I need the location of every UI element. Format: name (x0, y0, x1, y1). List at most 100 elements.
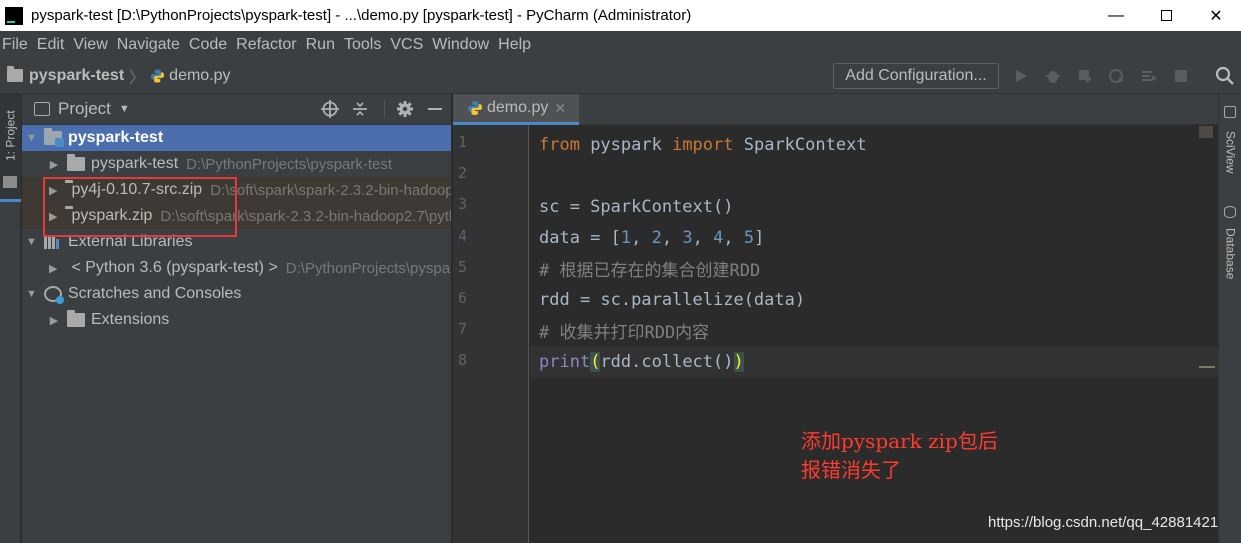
code-token: 1 (620, 227, 632, 248)
tree-item-path: D:\soft\spark\spark-2.3.2-bin-hadoop2.7\… (210, 181, 451, 199)
tree-item-label: Scratches and Consoles (68, 285, 242, 302)
title-bar: pyspark-test [D:\PythonProjects\pyspark-… (0, 0, 1241, 31)
code-token: , (692, 227, 714, 248)
python-file-icon (151, 68, 165, 83)
minimize-button[interactable]: — (1091, 0, 1141, 31)
editor-tab-bar: demo.py ✕ (453, 94, 1218, 125)
project-panel-header: Project ▼ (22, 94, 451, 125)
code-token: from (539, 134, 580, 155)
close-button[interactable]: ✕ (1191, 0, 1241, 31)
breadcrumb-file[interactable]: demo.py (169, 67, 230, 85)
chevron-down-icon[interactable]: ▼ (26, 236, 37, 248)
menu-code[interactable]: Code (187, 36, 234, 54)
line-number: 4 (457, 227, 467, 245)
sciview-tab[interactable]: SciView (1219, 122, 1241, 182)
close-icon[interactable]: ✕ (554, 100, 566, 117)
annotation-text: 添加pyspark zip包后 报错消失了 (801, 427, 998, 485)
tree-item-scratches[interactable]: ▼ Scratches and Consoles (22, 281, 451, 307)
breadcrumb-project[interactable]: pyspark-test (29, 67, 124, 85)
run-icon[interactable] (1010, 65, 1032, 87)
tab-demo-py[interactable]: demo.py ✕ (453, 94, 579, 125)
chevron-down-icon[interactable]: ▼ (119, 103, 130, 115)
code-token: 2 (651, 227, 662, 248)
tab-label: demo.py (487, 99, 549, 116)
breadcrumb-separator: 〉 (129, 69, 146, 87)
coverage-icon[interactable] (1074, 65, 1096, 87)
code-line: rdd = sc.parallelize(data) (539, 289, 806, 310)
code-token: , (661, 227, 683, 248)
tree-item-label: Extensions (91, 311, 170, 328)
sciview-icon[interactable] (1224, 106, 1236, 118)
project-panel: Project ▼ ▼ pyspark-test ▶ pyspark-test … (22, 94, 452, 543)
menu-help[interactable]: Help (496, 36, 538, 54)
add-configuration-button[interactable]: Add Configuration... (833, 63, 999, 89)
menu-tools[interactable]: Tools (342, 36, 388, 54)
code-token: import (672, 134, 734, 155)
code-line: data = [1, 2, 3, 4, 5] (530, 222, 1218, 253)
code-line: from pyspark import SparkContext (530, 129, 1218, 160)
menu-window[interactable]: Window (430, 36, 496, 54)
line-number: 7 (457, 320, 467, 338)
concurrency-icon[interactable] (1138, 65, 1160, 87)
scratches-icon (44, 286, 64, 304)
chevron-down-icon[interactable]: ▼ (26, 288, 37, 300)
hide-panel-icon[interactable] (425, 99, 445, 119)
search-icon[interactable] (1214, 65, 1236, 87)
chevron-down-icon[interactable]: ▼ (26, 132, 37, 144)
tree-item-project-folder[interactable]: ▶ pyspark-test D:\PythonProjects\pyspark… (22, 151, 451, 177)
project-view-icon (34, 102, 50, 116)
menu-run[interactable]: Run (304, 36, 342, 54)
tree-item-extensions[interactable]: ▶ Extensions (22, 307, 451, 333)
project-panel-title[interactable]: Project (58, 99, 111, 119)
menu-edit[interactable]: Edit (35, 36, 72, 54)
line-number: 5 (457, 258, 467, 276)
annotation-line: 报错消失了 (801, 458, 901, 482)
code-comment: # 收集并打印RDD内容 (539, 323, 710, 343)
line-number: 3 (457, 195, 467, 213)
project-tool-tab[interactable]: 1: Project (0, 94, 21, 202)
tree-item-python-sdk[interactable]: ▶ < Python 3.6 (pyspark-test) > D:\Pytho… (22, 255, 451, 281)
menu-navigate[interactable]: Navigate (115, 36, 187, 54)
tree-item-path: D:\PythonProjects\pyspark-test (186, 155, 393, 173)
code-token: ] (754, 227, 765, 248)
tree-item-project-root[interactable]: ▼ pyspark-test (22, 125, 451, 151)
menu-refactor[interactable]: Refactor (234, 36, 303, 54)
code-token: ) (733, 351, 744, 372)
line-number: 2 (457, 164, 467, 182)
tree-item-path: D:\PythonProjects\pyspark-test\venv (285, 259, 451, 277)
database-icon[interactable] (1224, 206, 1236, 218)
menu-view[interactable]: View (71, 36, 114, 54)
chevron-right-icon[interactable]: ▶ (49, 314, 59, 327)
code-token: 5 (743, 227, 755, 248)
debug-icon[interactable] (1042, 65, 1064, 87)
right-tool-strip: SciView Database (1218, 94, 1241, 543)
libraries-icon (44, 235, 62, 249)
highlight-box (43, 177, 237, 237)
left-tool-strip: 1: Project (0, 94, 21, 543)
locate-icon[interactable] (320, 99, 340, 119)
code-token: pyspark (579, 134, 673, 155)
menu-file[interactable]: File (0, 36, 35, 54)
code-token: , (631, 227, 652, 248)
code-token: print (539, 351, 591, 372)
chevron-right-icon[interactable]: ▶ (49, 262, 57, 275)
toolbar-divider (384, 100, 385, 118)
tree-item-label: < Python 3.6 (pyspark-test) > (71, 259, 278, 276)
stop-icon[interactable] (1170, 65, 1192, 87)
gear-icon[interactable] (395, 99, 415, 119)
code-line: sc = SparkContext() (539, 196, 734, 217)
scrollbar-caret-marker (1199, 366, 1215, 368)
scrollbar-marker[interactable] (1199, 126, 1213, 138)
code-token: 4 (713, 227, 724, 248)
project-folder-icon (44, 128, 64, 147)
chevron-right-icon[interactable]: ▶ (49, 158, 59, 171)
database-tab[interactable]: Database (1219, 222, 1241, 286)
folder-icon (3, 176, 17, 188)
menu-vcs[interactable]: VCS (388, 36, 430, 54)
folder-icon (7, 66, 23, 82)
code-token: data = [ (539, 227, 621, 248)
profile-icon[interactable] (1106, 65, 1128, 87)
collapse-all-icon[interactable] (350, 99, 370, 119)
maximize-button[interactable] (1141, 0, 1191, 31)
code-token: , (723, 227, 744, 248)
